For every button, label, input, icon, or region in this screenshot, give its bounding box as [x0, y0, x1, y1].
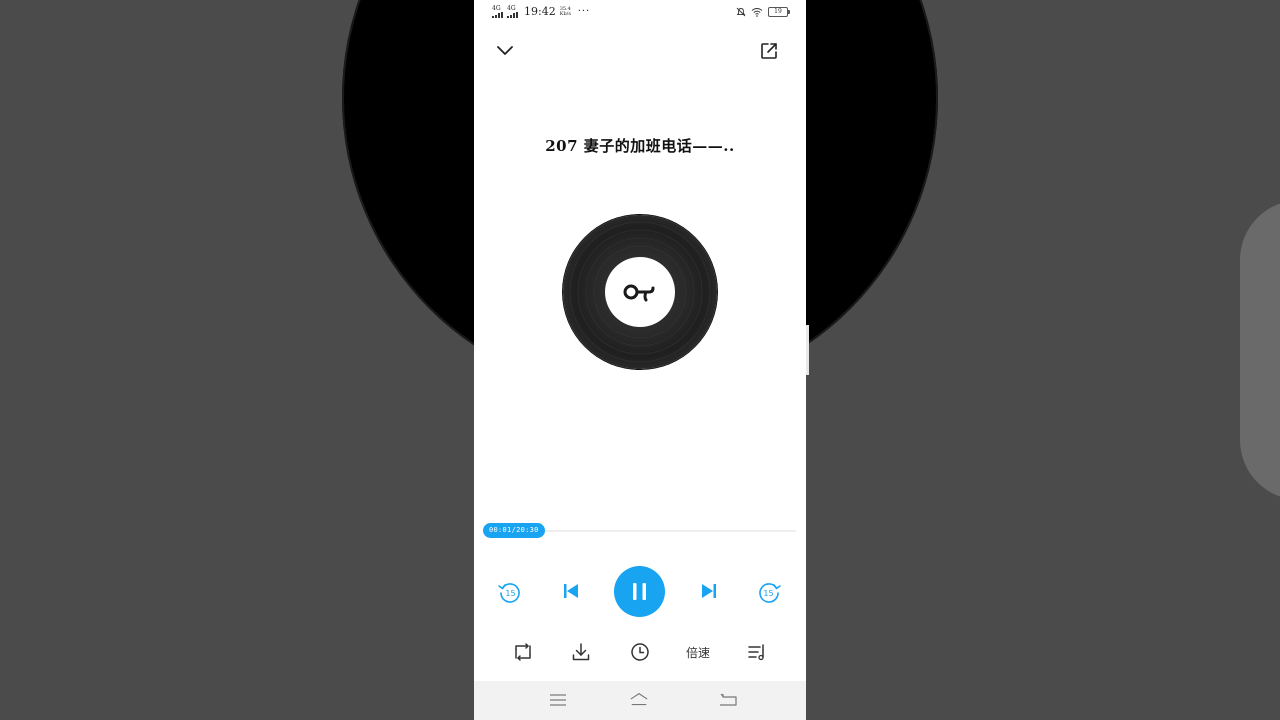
signal-indicator: 4G: [492, 5, 503, 18]
app-logo-icon: [623, 284, 655, 302]
download-icon: [572, 643, 590, 661]
track-title: 207 妻子的加班电话——..: [545, 137, 735, 155]
rewind-15-button[interactable]: 15: [496, 578, 524, 606]
net-speed: 35.4 Kb/s: [559, 5, 571, 17]
status-time: 19:42: [524, 5, 556, 18]
rewind-15-icon: 15: [498, 583, 520, 603]
system-nav-bar: [474, 681, 806, 720]
status-bar: 4G 4G 19:42 35.4 Kb/s ··· 19: [474, 0, 806, 26]
download-button[interactable]: [569, 640, 593, 664]
chevron-down-icon[interactable]: [494, 42, 516, 60]
forward-15-button[interactable]: 15: [755, 578, 783, 606]
forward-15-icon: 15: [759, 583, 781, 603]
playlist-icon: [748, 644, 764, 661]
skip-next-icon: [702, 584, 716, 598]
disc-label: [605, 257, 675, 327]
svg-text:15: 15: [505, 589, 515, 598]
menu-icon[interactable]: [548, 691, 568, 709]
album-disc: [563, 215, 717, 369]
play-pause-button[interactable]: [614, 566, 665, 617]
background-shape: [1240, 200, 1280, 500]
battery-icon: 19: [768, 7, 790, 17]
progress-thumb[interactable]: 00:01/20:30: [483, 523, 545, 538]
more-notifications: ···: [577, 6, 591, 17]
speed-button[interactable]: 倍速: [680, 640, 716, 664]
clock-icon: [631, 643, 649, 661]
wifi-icon: [751, 8, 763, 17]
pause-icon: [633, 583, 646, 600]
mute-bell-icon: [736, 7, 746, 17]
signal-bars-icon: [492, 11, 503, 18]
share-icon[interactable]: [758, 40, 780, 62]
signal-indicator: 4G: [507, 5, 518, 18]
home-icon[interactable]: [629, 691, 649, 709]
previous-track-button[interactable]: [560, 580, 582, 602]
back-icon[interactable]: [718, 691, 738, 709]
loop-button[interactable]: [511, 640, 535, 664]
phone-screen: 4G 4G 19:42 35.4 Kb/s ··· 19 207 妻子的加班电话…: [474, 0, 806, 720]
playlist-button[interactable]: [745, 640, 769, 664]
loop-icon: [515, 643, 531, 661]
signal-bars-icon: [507, 11, 518, 18]
svg-text:15: 15: [763, 589, 773, 598]
skip-previous-icon: [564, 584, 578, 598]
sleep-timer-button[interactable]: [628, 640, 652, 664]
next-track-button[interactable]: [698, 580, 720, 602]
